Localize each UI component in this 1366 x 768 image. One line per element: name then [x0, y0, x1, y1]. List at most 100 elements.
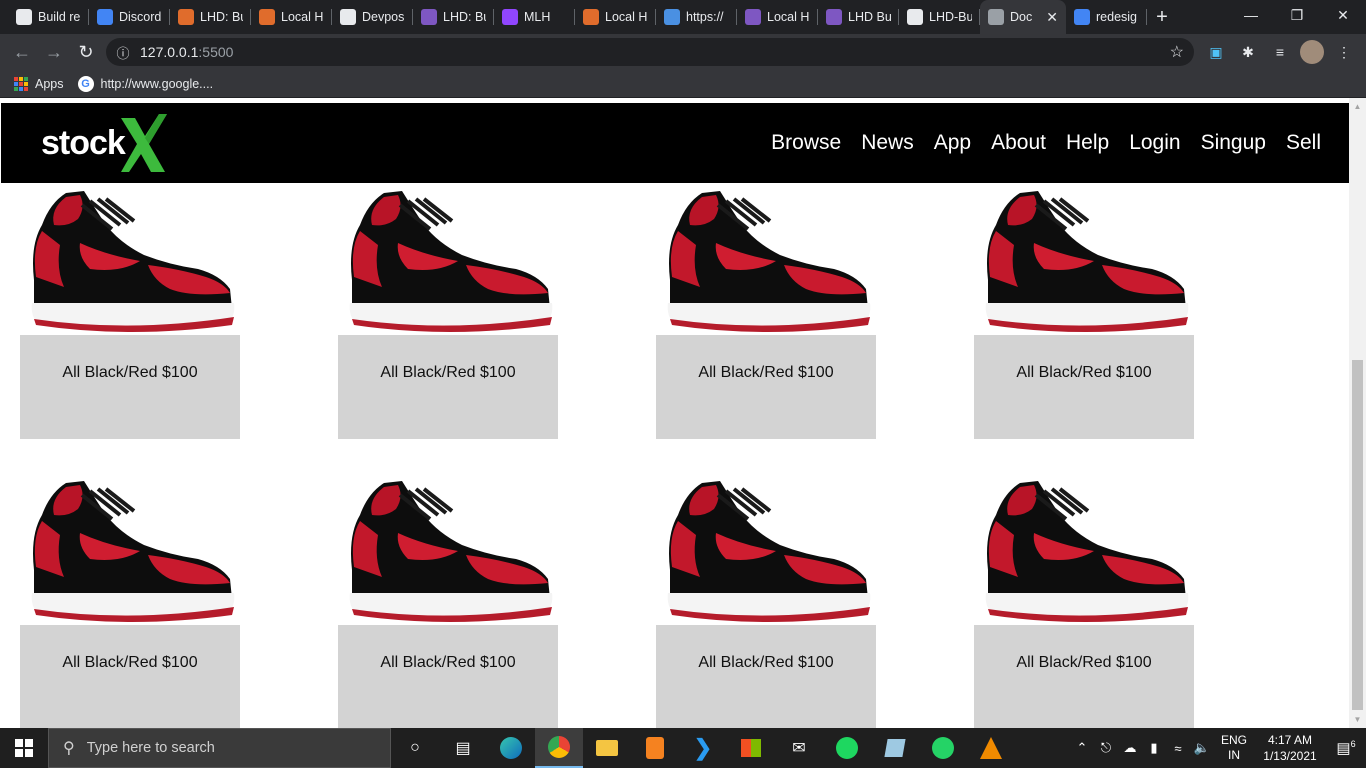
product-card[interactable]: All Black/Red $100 [656, 475, 876, 728]
onedrive-icon[interactable]: ☁ [1118, 740, 1142, 756]
back-icon[interactable]: ← [6, 36, 38, 68]
browser-tab[interactable]: Discord [89, 0, 170, 34]
chrome-icon[interactable] [535, 728, 583, 768]
stockx-logo[interactable]: stock [41, 113, 169, 173]
browser-tab[interactable]: LHD: Bu [413, 0, 494, 34]
start-button[interactable] [0, 728, 48, 768]
taskbar-search[interactable]: ⚲ Type here to search [48, 728, 391, 768]
page-scrollbar[interactable]: ▲ ▼ [1349, 98, 1366, 728]
nav-link-help[interactable]: Help [1066, 131, 1109, 155]
product-card[interactable]: All Black/Red $100 [20, 185, 240, 439]
volume-icon[interactable]: 🔈 [1190, 740, 1214, 756]
browser-tab[interactable]: Build re [8, 0, 89, 34]
menu-dots-icon[interactable]: ⋮ [1332, 40, 1356, 64]
battery-icon[interactable]: ▮ [1142, 740, 1166, 756]
sneaker-image [985, 191, 1189, 332]
whatsapp-icon[interactable] [919, 728, 967, 768]
diamond-icon [664, 9, 680, 25]
chevron-up-icon[interactable]: ⌃ [1070, 740, 1094, 756]
browser-tab[interactable]: LHD-Bu [899, 0, 980, 34]
task-view-icon[interactable]: ▤ [439, 728, 487, 768]
twitch-icon [502, 9, 518, 25]
list-icon [745, 9, 761, 25]
tab-title: Build re [38, 10, 81, 24]
close-window-icon[interactable]: ✕ [1320, 0, 1366, 30]
site-header: stock Browse News App About Help Login Singup S… [1, 103, 1349, 183]
scrollbar-thumb[interactable] [1352, 360, 1363, 710]
product-card[interactable]: All Black/Red $100 [974, 185, 1194, 439]
sticky-notes-icon[interactable] [871, 728, 919, 768]
product-card[interactable]: All Black/Red $100 [20, 475, 240, 728]
reload-icon[interactable]: ↻ [70, 36, 102, 68]
lang-region: IN [1228, 748, 1240, 762]
tab-title: Doc [1010, 10, 1033, 24]
browser-tab[interactable]: Doc ✕ [980, 0, 1066, 34]
new-tab-button[interactable]: + [1147, 0, 1177, 34]
avatar[interactable] [1300, 40, 1324, 64]
windows-logo-icon [15, 739, 33, 757]
browser-tab[interactable]: redesig [1066, 0, 1147, 34]
sneaker-image [349, 191, 553, 332]
edge-icon[interactable] [487, 728, 535, 768]
product-card[interactable]: All Black/Red $100 [338, 185, 558, 439]
nav-link-singup[interactable]: Singup [1201, 131, 1266, 155]
search-icon: ⚲ [63, 740, 75, 757]
product-caption: All Black/Red $100 [974, 335, 1194, 439]
clock[interactable]: 4:17 AM 1/13/2021 [1254, 732, 1326, 764]
browser-tab[interactable]: MLH [494, 0, 575, 34]
devpost-icon [340, 9, 356, 25]
scroll-down-icon[interactable]: ▼ [1349, 711, 1366, 728]
nav-link-about[interactable]: About [991, 131, 1046, 155]
spotify-icon[interactable] [823, 728, 871, 768]
browser-tab[interactable]: LHD Bu [818, 0, 899, 34]
scroll-up-icon[interactable]: ▲ [1349, 98, 1366, 115]
browser-tab[interactable]: LHD: Bu [170, 0, 251, 34]
sublime-icon[interactable] [631, 728, 679, 768]
address-bar[interactable]: ⓘ 127.0.0.1:5500 ☆ [106, 38, 1194, 66]
product-caption: All Black/Red $100 [338, 335, 558, 439]
media-queue-icon[interactable]: ≡ [1268, 40, 1292, 64]
close-tab-icon[interactable]: ✕ [1046, 9, 1058, 26]
vlc-icon[interactable] [967, 728, 1015, 768]
tab-title: Local H [605, 10, 648, 24]
browser-tab[interactable]: Local H [575, 0, 656, 34]
browser-tab[interactable]: Devpos [332, 0, 413, 34]
forward-icon[interactable]: → [38, 36, 70, 68]
usb-icon[interactable]: ⎋ [1094, 740, 1118, 756]
site-info-icon[interactable]: ⓘ [106, 43, 140, 62]
bookmark-apps[interactable]: Apps [14, 76, 64, 91]
file-explorer-icon[interactable] [583, 728, 631, 768]
tab-title: Devpos [362, 10, 405, 24]
nav-link-login[interactable]: Login [1129, 131, 1180, 155]
mail-icon[interactable]: ✉ [775, 728, 823, 768]
nav-link-browse[interactable]: Browse [771, 131, 841, 155]
product-card[interactable]: All Black/Red $100 [974, 475, 1194, 728]
wifi-icon[interactable]: ≈ [1166, 741, 1190, 756]
tab-title: Local H [281, 10, 324, 24]
browser-tab[interactable]: Local H [737, 0, 818, 34]
restore-icon[interactable]: ❐ [1274, 0, 1320, 30]
nav-link-sell[interactable]: Sell [1286, 131, 1321, 155]
browser-tab[interactable]: Local H [251, 0, 332, 34]
bookmark-star-icon[interactable]: ☆ [1170, 42, 1184, 62]
sneaker-image [985, 481, 1189, 622]
nav-link-news[interactable]: News [861, 131, 914, 155]
flag-icon [259, 9, 275, 25]
bookmark-label: Apps [35, 76, 64, 91]
notification-icon[interactable]: ▤6 [1326, 739, 1366, 757]
search-placeholder: Type here to search [86, 740, 215, 756]
puzzle-icon[interactable]: ✱ [1236, 40, 1260, 64]
store-icon[interactable] [727, 728, 775, 768]
cortana-icon[interactable]: ○ [391, 728, 439, 768]
browser-tab[interactable]: https:// [656, 0, 737, 34]
sneaker-image [31, 191, 235, 332]
nav-link-app[interactable]: App [934, 131, 971, 155]
vscode-icon[interactable]: ❯ [679, 728, 727, 768]
language-indicator[interactable]: ENG IN [1214, 733, 1254, 763]
clock-time: 4:17 AM [1267, 733, 1313, 747]
minimize-icon[interactable]: — [1228, 0, 1274, 30]
bookmark-google[interactable]: G http://www.google.... [77, 75, 213, 92]
product-card[interactable]: All Black/Red $100 [656, 185, 876, 439]
extension-icon[interactable]: ▣ [1204, 40, 1228, 64]
product-card[interactable]: All Black/Red $100 [338, 475, 558, 728]
